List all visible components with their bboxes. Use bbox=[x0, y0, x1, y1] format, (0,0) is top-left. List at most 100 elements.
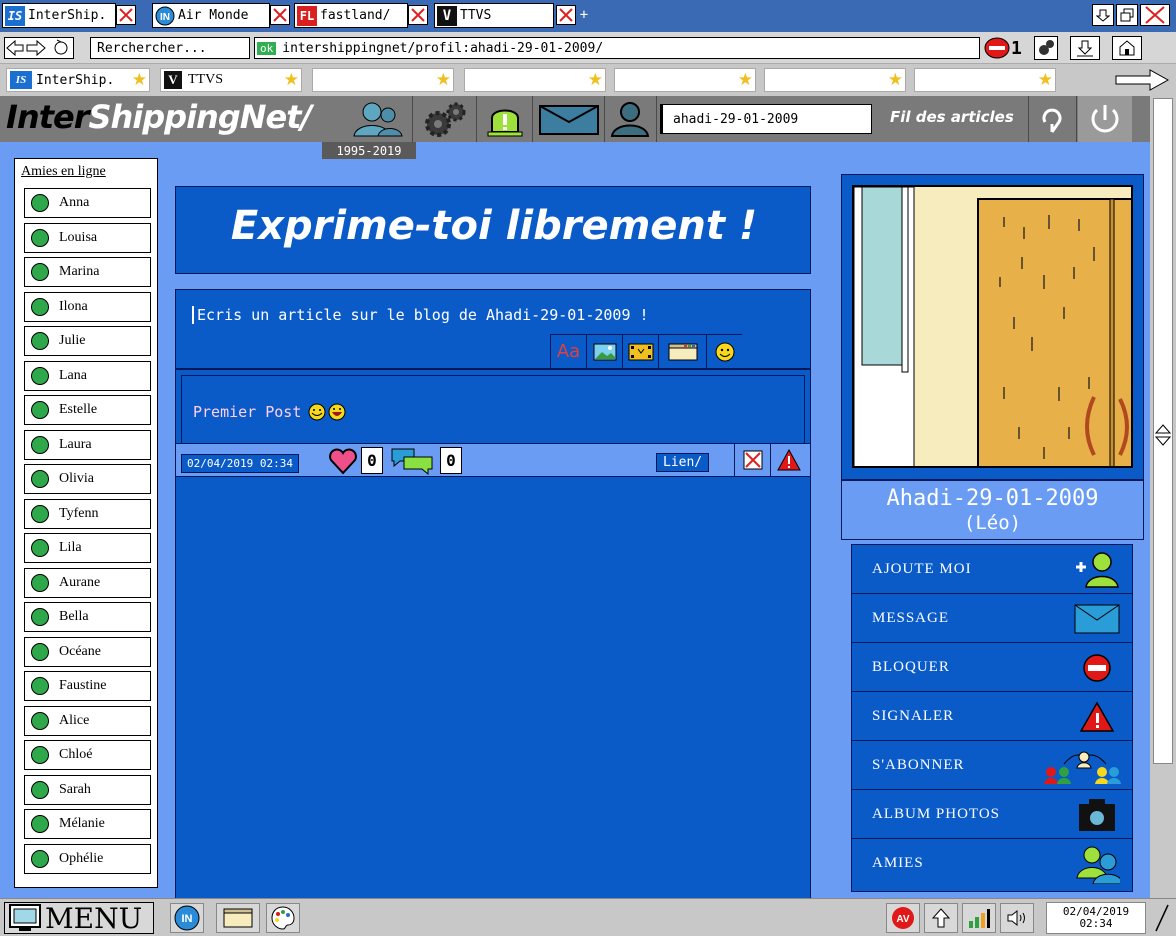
bookmark-empty[interactable]: ★ bbox=[464, 68, 606, 92]
friend-item[interactable]: Sarah bbox=[24, 774, 151, 805]
friend-item[interactable]: Chloé bbox=[24, 740, 151, 770]
home-button[interactable] bbox=[1112, 36, 1142, 60]
friend-item[interactable]: Faustine bbox=[24, 671, 151, 701]
bookmark-empty[interactable]: ★ bbox=[614, 68, 756, 92]
profile-photo[interactable] bbox=[852, 185, 1133, 468]
v-logo-icon: V bbox=[437, 5, 457, 26]
window-close-button[interactable] bbox=[1140, 4, 1170, 26]
friend-item[interactable]: Louisa bbox=[24, 222, 151, 253]
subscribe-button[interactable]: S'ABONNER bbox=[852, 741, 1132, 790]
friend-item[interactable]: Aurane bbox=[24, 567, 151, 598]
blog-feed: Premier Post 02/04/2019 02:34 0 0 Lien/ bbox=[175, 369, 811, 899]
block-counter[interactable]: 1 bbox=[984, 36, 1028, 60]
download-button[interactable] bbox=[1070, 36, 1100, 60]
settings-gears-icon[interactable] bbox=[418, 100, 472, 138]
network-tray[interactable] bbox=[962, 903, 996, 933]
friend-item[interactable]: Bella bbox=[24, 602, 151, 632]
add-friend-button[interactable]: AJOUTE MOI bbox=[852, 545, 1132, 594]
insert-window-button[interactable] bbox=[658, 334, 706, 368]
url-input[interactable]: ok intershippingnet/profil:ahadi-29-01-2… bbox=[254, 37, 980, 59]
bookmarks-next-button[interactable] bbox=[1114, 69, 1170, 91]
profile-search-input[interactable]: ahadi-29-01-2009 bbox=[660, 104, 872, 134]
blog-banner: Exprime-toi librement ! bbox=[175, 186, 811, 274]
search-input[interactable]: Rerchercher... bbox=[90, 37, 250, 59]
power-button[interactable] bbox=[1078, 96, 1132, 142]
svg-text:IN: IN bbox=[182, 913, 193, 925]
taskbar-paint-app[interactable] bbox=[266, 903, 300, 933]
friend-item[interactable]: Olivia bbox=[24, 464, 151, 494]
volume-tray[interactable] bbox=[1000, 903, 1034, 933]
online-status-icon bbox=[31, 849, 49, 868]
tab-close-button[interactable] bbox=[116, 5, 136, 25]
block-button[interactable]: BLOQUER bbox=[852, 643, 1132, 692]
friend-item[interactable]: Anna bbox=[24, 188, 151, 218]
account-user-icon[interactable] bbox=[608, 100, 652, 138]
minimize-button[interactable] bbox=[1092, 4, 1114, 26]
post-editor-input[interactable]: Ecris un article sur le blog de Ahadi-29… bbox=[192, 306, 792, 324]
insert-emoji-button[interactable] bbox=[706, 334, 742, 368]
insert-video-button[interactable] bbox=[622, 334, 658, 368]
taskbar-window-app[interactable] bbox=[216, 903, 260, 933]
font-style-button[interactable]: Aa bbox=[550, 334, 586, 368]
taskbar-clock[interactable]: 02/04/2019 02:34 bbox=[1046, 902, 1146, 934]
delete-post-button[interactable] bbox=[734, 444, 770, 476]
article-feed-link[interactable]: Fil des articles bbox=[890, 108, 1014, 126]
friend-item[interactable]: Ilona bbox=[24, 291, 151, 322]
bookmark-empty[interactable]: ★ bbox=[914, 68, 1056, 92]
online-status-icon bbox=[31, 746, 49, 764]
tab-close-button[interactable] bbox=[408, 5, 428, 25]
friend-item[interactable]: Lana bbox=[24, 360, 151, 391]
close-icon bbox=[1145, 6, 1165, 24]
bookmark-empty[interactable]: ★ bbox=[764, 68, 906, 92]
like-button[interactable] bbox=[328, 447, 358, 475]
friend-name: Faustine bbox=[59, 678, 107, 693]
report-post-button[interactable] bbox=[770, 444, 806, 476]
friend-item[interactable]: Ophélie bbox=[24, 843, 151, 874]
bookmark-ttvs[interactable]: V TTVS ★ bbox=[160, 68, 302, 92]
insert-image-button[interactable] bbox=[586, 334, 622, 368]
pin-location-icon[interactable] bbox=[1034, 102, 1070, 136]
warning-icon bbox=[1074, 697, 1120, 737]
taskbar-in-app[interactable]: IN bbox=[170, 903, 204, 933]
report-button[interactable]: SIGNALER bbox=[852, 692, 1132, 741]
friend-item[interactable]: Tyfenn bbox=[24, 498, 151, 529]
bookmark-intership[interactable]: IS InterShip. ★ bbox=[6, 68, 150, 92]
notification-bell-icon[interactable] bbox=[482, 100, 528, 138]
monitor-icon bbox=[9, 904, 41, 931]
profile-users-icon[interactable] bbox=[346, 100, 406, 138]
tab-ttvs[interactable]: V TTVS bbox=[434, 3, 554, 28]
friend-item[interactable]: Laura bbox=[24, 429, 151, 460]
restore-button[interactable] bbox=[1116, 4, 1138, 26]
page-scrollbar[interactable] bbox=[1150, 96, 1176, 898]
friends-button[interactable]: AMIES bbox=[852, 839, 1132, 888]
add-friend-icon bbox=[1074, 550, 1120, 590]
tab-intership[interactable]: IS InterShip. bbox=[2, 3, 116, 28]
tab-air-monde[interactable]: IN Air Monde bbox=[152, 3, 270, 28]
friend-item[interactable]: Alice bbox=[24, 705, 151, 736]
friend-item[interactable]: Marina bbox=[24, 257, 151, 287]
updates-tray[interactable] bbox=[924, 903, 958, 933]
close-icon bbox=[118, 7, 134, 23]
tab-close-button[interactable] bbox=[270, 5, 290, 25]
friend-item[interactable]: Julie bbox=[24, 326, 151, 356]
new-tab-button[interactable]: + bbox=[576, 5, 592, 25]
post-link-button[interactable]: Lien/ bbox=[656, 453, 710, 472]
antivirus-tray[interactable]: AV bbox=[886, 903, 920, 933]
tab-fastland[interactable]: FL fastland/ bbox=[294, 3, 408, 28]
friend-name: Julie bbox=[59, 333, 86, 348]
friend-item[interactable]: Océane bbox=[24, 636, 151, 667]
tab-close-button[interactable] bbox=[556, 5, 576, 25]
photo-album-button[interactable]: ALBUM PHOTOS bbox=[852, 790, 1132, 839]
friend-item[interactable]: Mélanie bbox=[24, 809, 151, 839]
bookmark-empty[interactable]: ★ bbox=[312, 68, 454, 92]
start-menu-button[interactable]: MENU bbox=[4, 902, 154, 935]
show-desktop-button[interactable] bbox=[1152, 903, 1170, 933]
close-icon bbox=[411, 8, 425, 22]
friend-item[interactable]: Lila bbox=[24, 533, 151, 563]
comment-button[interactable] bbox=[390, 447, 434, 475]
friend-item[interactable]: Estelle bbox=[24, 395, 151, 425]
extensions-button[interactable] bbox=[1034, 36, 1058, 60]
message-button[interactable]: MESSAGE bbox=[852, 594, 1132, 643]
messages-envelope-icon[interactable] bbox=[538, 104, 602, 136]
site-logo[interactable]: InterShippingNet/ bbox=[6, 98, 312, 136]
